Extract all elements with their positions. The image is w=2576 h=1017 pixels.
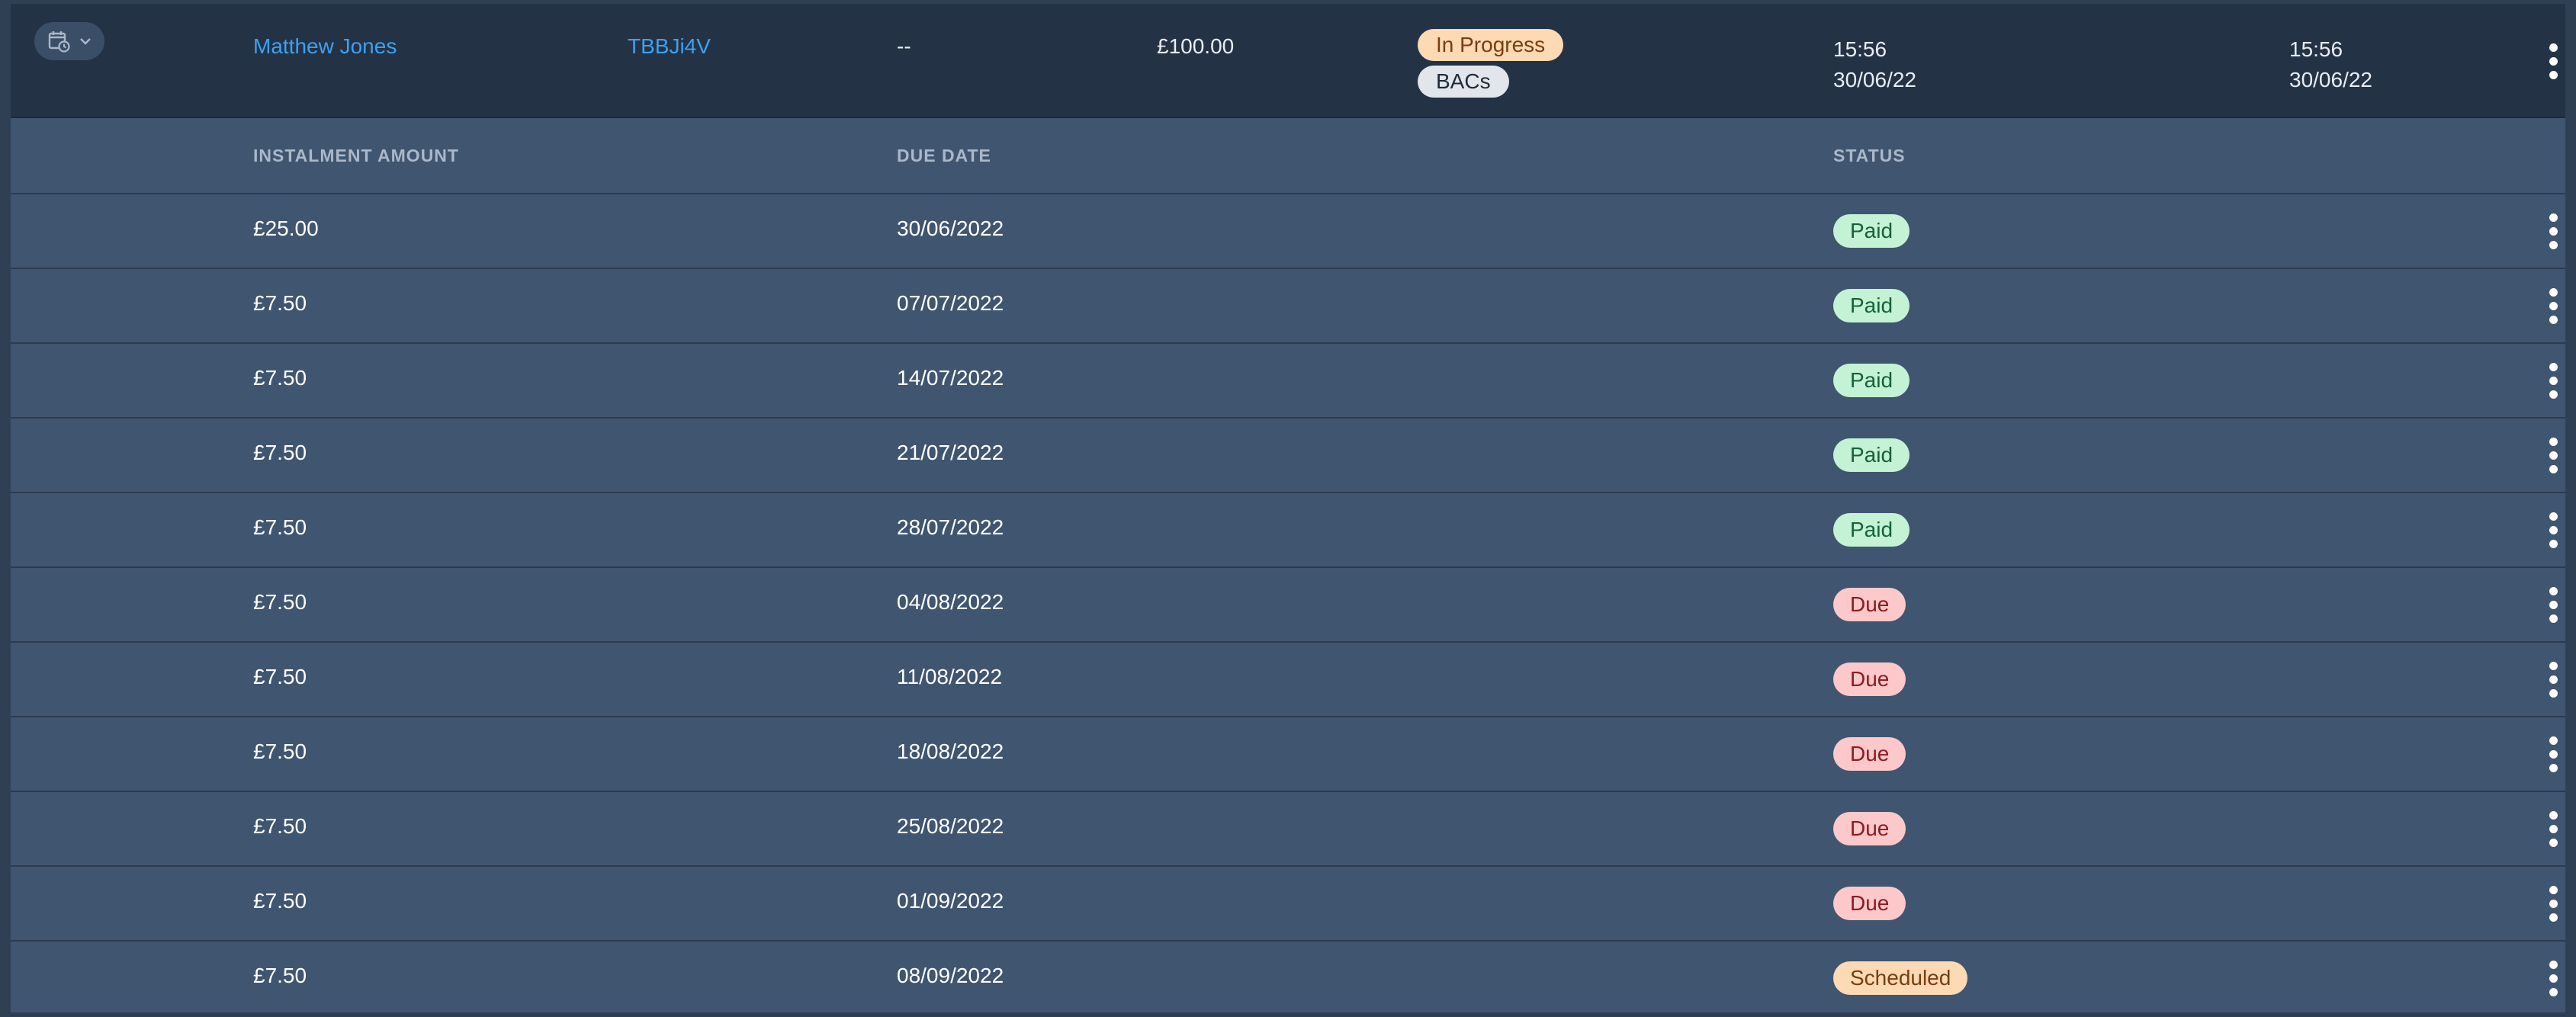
status-badge: In Progress	[1418, 29, 1564, 61]
instalment-due-date: 11/08/2022	[897, 665, 1003, 688]
instalment-amount: £7.50	[253, 366, 307, 390]
instalment-row: £7.50 14/07/2022 Paid	[11, 344, 2565, 419]
instalments-table-header: INSTALMENT AMOUNT DUE DATE STATUS	[11, 118, 2565, 194]
instalment-due-date: 08/09/2022	[897, 964, 1004, 987]
instalment-due-date: 28/07/2022	[897, 515, 1004, 539]
instalment-row: £7.50 28/07/2022 Paid	[11, 493, 2565, 568]
instalment-due-date: 14/07/2022	[897, 366, 1004, 390]
instalment-amount: £7.50	[253, 739, 307, 763]
instalment-status-badge: Due	[1833, 737, 1906, 771]
empty-field-value: --	[897, 34, 911, 58]
transaction-amount: £100.00	[1157, 34, 1235, 58]
instalment-amount: £7.50	[253, 291, 307, 315]
instalment-status-badge: Scheduled	[1833, 961, 1968, 995]
instalment-menu-button[interactable]	[2538, 582, 2568, 627]
instalment-row: £7.50 01/09/2022 Due	[11, 867, 2565, 942]
instalment-status-badge: Due	[1833, 812, 1906, 845]
instalment-row: £7.50 04/08/2022 Due	[11, 568, 2565, 643]
instalment-menu-button[interactable]	[2538, 955, 2568, 1001]
created-date: 30/06/22	[1833, 68, 1916, 91]
updated-date: 30/06/22	[2289, 68, 2372, 91]
instalment-row: £25.00 30/06/2022 Paid	[11, 194, 2565, 269]
instalment-due-date: 25/08/2022	[897, 814, 1004, 838]
instalment-status-badge: Paid	[1833, 364, 1910, 397]
instalment-menu-button[interactable]	[2538, 208, 2568, 254]
instalment-status-badge: Due	[1833, 887, 1906, 920]
customer-name-link[interactable]: Matthew Jones	[253, 34, 397, 59]
instalment-row: £7.50 18/08/2022 Due	[11, 717, 2565, 792]
created-timestamp: 15:56 30/06/22	[1833, 34, 1916, 95]
chevron-down-icon	[79, 37, 92, 46]
instalment-due-date: 21/07/2022	[897, 441, 1004, 464]
instalment-amount: £7.50	[253, 814, 307, 838]
instalment-menu-button[interactable]	[2538, 656, 2568, 702]
instalment-amount: £7.50	[253, 441, 307, 464]
column-header-status: STATUS	[1833, 146, 1906, 165]
payment-plan-panel: Matthew Jones TBBJi4V -- £100.00 In Prog…	[11, 4, 2565, 1016]
transaction-menu-button[interactable]	[2538, 38, 2568, 84]
instalment-due-date: 01/09/2022	[897, 889, 1004, 913]
instalment-status-badge: Due	[1833, 588, 1906, 621]
instalment-amount: £7.50	[253, 964, 307, 987]
instalment-amount: £7.50	[253, 665, 307, 688]
instalment-menu-button[interactable]	[2538, 358, 2568, 403]
instalment-status-badge: Due	[1833, 662, 1906, 696]
instalment-row: £7.50 07/07/2022 Paid	[11, 269, 2565, 344]
payment-method-badge: BACs	[1418, 66, 1509, 98]
instalment-row: £7.50 25/08/2022 Due	[11, 792, 2565, 867]
instalment-row: £7.50 11/08/2022 Due	[11, 643, 2565, 717]
instalment-menu-button[interactable]	[2538, 432, 2568, 478]
column-header-amount: INSTALMENT AMOUNT	[253, 146, 459, 165]
transaction-row[interactable]: Matthew Jones TBBJi4V -- £100.00 In Prog…	[11, 4, 2565, 118]
instalment-status-badge: Paid	[1833, 214, 1910, 248]
instalment-row: £7.50 08/09/2022 Scheduled	[11, 942, 2565, 1016]
instalment-due-date: 04/08/2022	[897, 590, 1004, 614]
updated-time: 15:56	[2289, 37, 2343, 61]
instalment-row: £7.50 21/07/2022 Paid	[11, 419, 2565, 493]
instalment-status-badge: Paid	[1833, 438, 1910, 472]
instalment-menu-button[interactable]	[2538, 881, 2568, 926]
instalment-menu-button[interactable]	[2538, 806, 2568, 852]
instalment-due-date: 07/07/2022	[897, 291, 1004, 315]
instalment-amount: £7.50	[253, 515, 307, 539]
expand-instalments-button[interactable]	[34, 22, 104, 60]
instalment-due-date: 18/08/2022	[897, 739, 1004, 763]
instalments-table-body: £25.00 30/06/2022 Paid £7.50 07/07/2022 Paid £…	[11, 194, 2565, 1016]
updated-timestamp: 15:56 30/06/22	[2289, 34, 2372, 95]
instalment-menu-button[interactable]	[2538, 507, 2568, 553]
instalment-due-date: 30/06/2022	[897, 217, 1004, 240]
instalment-status-badge: Paid	[1833, 289, 1910, 322]
calendar-clock-icon	[47, 30, 70, 53]
reference-link[interactable]: TBBJi4V	[628, 34, 711, 59]
created-time: 15:56	[1833, 37, 1887, 61]
instalment-amount: £7.50	[253, 889, 307, 913]
instalment-status-badge: Paid	[1833, 513, 1910, 547]
instalment-amount: £7.50	[253, 590, 307, 614]
instalment-menu-button[interactable]	[2538, 731, 2568, 777]
instalment-amount: £25.00	[253, 217, 319, 240]
instalment-menu-button[interactable]	[2538, 283, 2568, 329]
column-header-due-date: DUE DATE	[897, 146, 991, 165]
